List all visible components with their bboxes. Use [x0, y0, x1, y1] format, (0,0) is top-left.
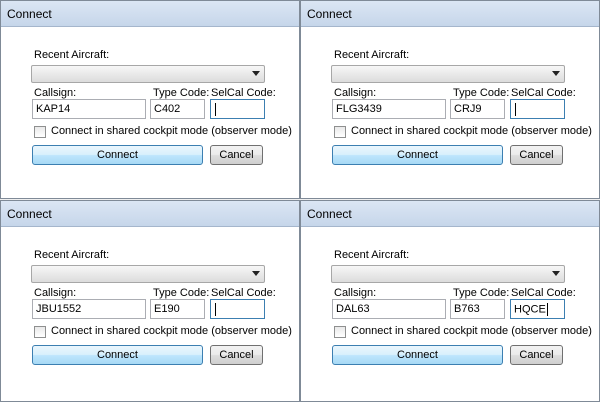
- type-code-input[interactable]: E190: [150, 299, 205, 319]
- dialog-title: Connect: [307, 207, 352, 221]
- text-caret: [546, 303, 548, 316]
- callsign-input[interactable]: KAP14: [32, 99, 146, 119]
- text-caret: [515, 103, 516, 116]
- dialog-title: Connect: [307, 7, 352, 21]
- title-bar[interactable]: Connect: [301, 1, 599, 27]
- connect-button[interactable]: Connect: [32, 345, 203, 365]
- callsign-value: JBU1552: [36, 303, 82, 315]
- dialog-title: Connect: [7, 7, 52, 21]
- recent-aircraft-label: Recent Aircraft:: [34, 249, 110, 261]
- type-code-value: C402: [154, 103, 181, 115]
- observer-mode-label[interactable]: Connect in shared cockpit mode (observer…: [351, 325, 592, 337]
- type-code-input[interactable]: CRJ9: [450, 99, 505, 119]
- chevron-down-icon: [552, 271, 560, 276]
- callsign-input[interactable]: JBU1552: [32, 299, 146, 319]
- selcal-label: SelCal Code:: [211, 87, 276, 99]
- observer-mode-label[interactable]: Connect in shared cockpit mode (observer…: [51, 125, 292, 137]
- recent-aircraft-label: Recent Aircraft:: [334, 49, 410, 61]
- callsign-input[interactable]: FLG3439: [332, 99, 446, 119]
- recent-aircraft-dropdown[interactable]: [331, 265, 565, 283]
- cancel-button[interactable]: Cancel: [210, 145, 263, 165]
- dialog-body: Recent Aircraft: Callsign: Type Code: Se…: [301, 227, 599, 401]
- recent-aircraft-label: Recent Aircraft:: [34, 49, 110, 61]
- observer-mode-checkbox[interactable]: [34, 326, 46, 338]
- text-caret: [215, 303, 216, 316]
- recent-aircraft-label: Recent Aircraft:: [334, 249, 410, 261]
- selcal-label: SelCal Code:: [511, 287, 576, 299]
- cancel-button[interactable]: Cancel: [510, 145, 563, 165]
- title-bar[interactable]: Connect: [1, 1, 299, 27]
- connect-dialog: Connect Recent Aircraft: Callsign: Type …: [0, 200, 300, 402]
- observer-mode-checkbox[interactable]: [34, 126, 46, 138]
- callsign-input[interactable]: DAL63: [332, 299, 446, 319]
- selcal-input[interactable]: [510, 99, 565, 119]
- callsign-value: DAL63: [336, 303, 370, 315]
- type-code-label: Type Code:: [153, 87, 210, 99]
- type-code-input[interactable]: B763: [450, 299, 505, 319]
- selcal-label: SelCal Code:: [511, 87, 576, 99]
- type-code-label: Type Code:: [453, 287, 510, 299]
- observer-mode-label[interactable]: Connect in shared cockpit mode (observer…: [51, 325, 292, 337]
- selcal-input[interactable]: [210, 99, 265, 119]
- connect-button[interactable]: Connect: [332, 345, 503, 365]
- observer-mode-checkbox[interactable]: [334, 126, 346, 138]
- type-code-label: Type Code:: [153, 287, 210, 299]
- connect-dialog: Connect Recent Aircraft: Callsign: Type …: [300, 200, 600, 402]
- connect-dialog: Connect Recent Aircraft: Callsign: Type …: [300, 0, 600, 199]
- recent-aircraft-dropdown[interactable]: [331, 65, 565, 83]
- callsign-value: FLG3439: [336, 103, 382, 115]
- callsign-label: Callsign:: [334, 87, 377, 99]
- selcal-value: HQCE: [514, 303, 546, 316]
- type-code-value: B763: [454, 303, 480, 315]
- callsign-label: Callsign:: [34, 287, 77, 299]
- title-bar[interactable]: Connect: [1, 201, 299, 227]
- dialog-title: Connect: [7, 207, 52, 221]
- type-code-value: CRJ9: [454, 103, 482, 115]
- connect-dialog: Connect Recent Aircraft: Callsign: Type …: [0, 0, 300, 199]
- dialog-body: Recent Aircraft: Callsign: Type Code: Se…: [1, 27, 299, 198]
- callsign-value: KAP14: [36, 103, 71, 115]
- chevron-down-icon: [252, 271, 260, 276]
- chevron-down-icon: [252, 71, 260, 76]
- text-caret: [215, 103, 216, 116]
- connect-button[interactable]: Connect: [32, 145, 203, 165]
- callsign-label: Callsign:: [34, 87, 77, 99]
- dialog-body: Recent Aircraft: Callsign: Type Code: Se…: [301, 27, 599, 198]
- cancel-button[interactable]: Cancel: [510, 345, 563, 365]
- callsign-label: Callsign:: [334, 287, 377, 299]
- observer-mode-checkbox[interactable]: [334, 326, 346, 338]
- type-code-input[interactable]: C402: [150, 99, 205, 119]
- selcal-input[interactable]: HQCE: [510, 299, 565, 319]
- selcal-label: SelCal Code:: [211, 287, 276, 299]
- chevron-down-icon: [552, 71, 560, 76]
- dialog-body: Recent Aircraft: Callsign: Type Code: Se…: [1, 227, 299, 401]
- observer-mode-label[interactable]: Connect in shared cockpit mode (observer…: [351, 125, 592, 137]
- recent-aircraft-dropdown[interactable]: [31, 65, 265, 83]
- selcal-input[interactable]: [210, 299, 265, 319]
- title-bar[interactable]: Connect: [301, 201, 599, 227]
- recent-aircraft-dropdown[interactable]: [31, 265, 265, 283]
- connect-button[interactable]: Connect: [332, 145, 503, 165]
- cancel-button[interactable]: Cancel: [210, 345, 263, 365]
- type-code-label: Type Code:: [453, 87, 510, 99]
- type-code-value: E190: [154, 303, 180, 315]
